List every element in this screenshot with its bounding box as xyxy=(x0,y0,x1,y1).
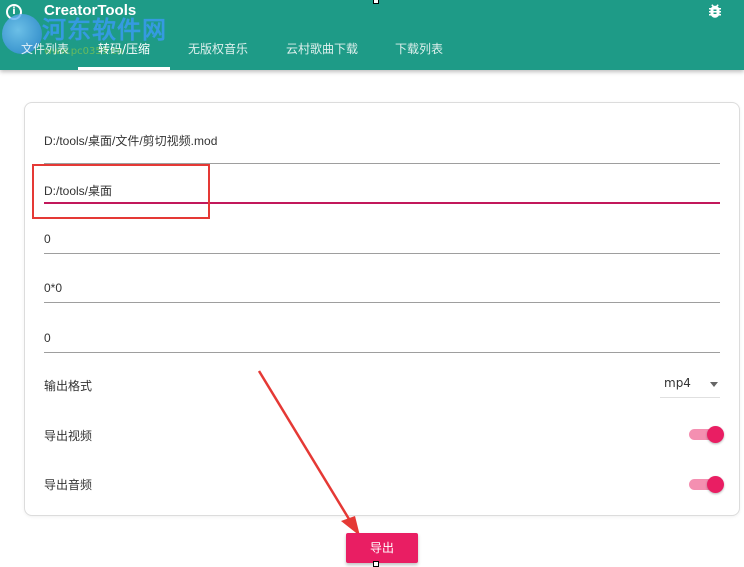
resolution-value: 0*0 xyxy=(44,281,63,295)
caret-down-icon xyxy=(710,382,718,387)
export-video-toggle[interactable] xyxy=(689,426,724,443)
annotation-highlight-box xyxy=(32,164,210,219)
format-select[interactable]: mp4 xyxy=(660,372,720,398)
export-video-toggle-thumb xyxy=(707,426,724,443)
input-path-field[interactable]: D:/tools/桌面/文件/剪切视频.mod xyxy=(44,128,720,164)
tab-royalty-free-music[interactable]: 无版权音乐 xyxy=(176,34,260,70)
selection-handle-bottom xyxy=(373,561,379,567)
numeric-field-2-value: 0 xyxy=(44,331,51,345)
export-audio-label: 导出音频 xyxy=(44,478,93,492)
bug-icon[interactable] xyxy=(706,2,724,20)
export-button[interactable]: 导出 xyxy=(346,533,418,563)
numeric-field-2-underline xyxy=(44,352,720,353)
numeric-field-1-value: 0 xyxy=(44,232,51,246)
format-select-value: mp4 xyxy=(664,376,691,390)
selection-handle-top xyxy=(373,0,379,4)
numeric-field-1[interactable]: 0 xyxy=(44,218,720,254)
export-video-label: 导出视频 xyxy=(44,429,93,443)
input-path-value: D:/tools/桌面/文件/剪切视频.mod xyxy=(44,134,218,148)
export-audio-toggle[interactable] xyxy=(689,476,724,493)
tab-file-list[interactable]: 文件列表 xyxy=(16,34,74,70)
format-label: 输出格式 xyxy=(44,379,93,393)
resolution-field[interactable]: 0*0 xyxy=(44,267,720,303)
numeric-field-2[interactable]: 0 xyxy=(44,317,720,353)
tab-download-list[interactable]: 下载列表 xyxy=(384,34,454,70)
export-audio-toggle-thumb xyxy=(707,476,724,493)
tab-cloud-song-download[interactable]: 云村歌曲下载 xyxy=(276,34,368,70)
app-bar: i CreatorTools 河东软件网 www.pc0359.cn 文件列表 … xyxy=(0,0,744,70)
numeric-field-1-underline xyxy=(44,253,720,254)
tab-transcode[interactable]: 转码/压缩 xyxy=(78,34,170,70)
active-tab-indicator xyxy=(78,67,170,70)
resolution-underline xyxy=(44,302,720,303)
